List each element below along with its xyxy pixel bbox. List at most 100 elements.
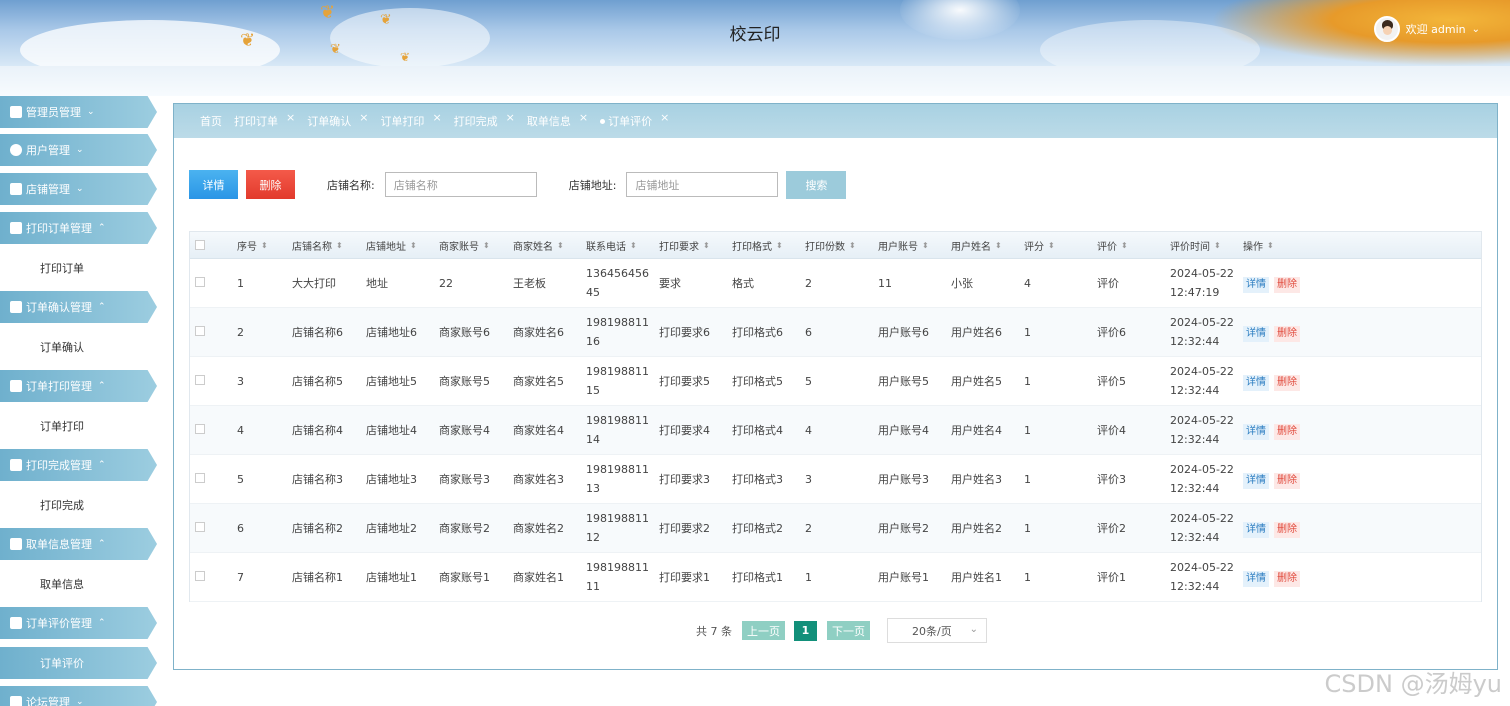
row-checkbox[interactable] bbox=[195, 325, 205, 336]
row-checkbox[interactable] bbox=[195, 521, 205, 532]
sort-icon[interactable]: ⬍ bbox=[849, 241, 856, 250]
row-detail-button[interactable]: 详情 bbox=[1243, 423, 1269, 440]
page-number-button[interactable]: 1 bbox=[794, 620, 817, 641]
tab-order-print[interactable]: 订单打印 × bbox=[380, 111, 441, 129]
sort-icon[interactable]: ⬍ bbox=[336, 241, 343, 250]
table-row[interactable]: 3 店铺名称5 店铺地址5 商家账号5 商家姓名5 19819881115 打印要求5 打印格… bbox=[190, 357, 1481, 406]
submenu-order-review[interactable]: 订单评价 bbox=[0, 647, 157, 679]
tab-order-confirm[interactable]: 订单确认 × bbox=[307, 111, 368, 129]
page-size-select[interactable]: 20条/页 ⌄ bbox=[887, 618, 987, 643]
close-icon[interactable]: × bbox=[286, 111, 295, 124]
table-row[interactable]: 6 店铺名称2 店铺地址2 商家账号2 商家姓名2 19819881112 打印要求2 打印格… bbox=[190, 504, 1481, 553]
column-header[interactable]: 打印格式 ⬍ bbox=[732, 238, 805, 253]
close-icon[interactable]: × bbox=[432, 111, 441, 124]
close-icon[interactable]: × bbox=[660, 111, 669, 124]
table-row[interactable]: 1 大大打印 地址 22 王老板 13645645645 要求 格式 2 11 小张 4 评价 2024-… bbox=[190, 259, 1481, 308]
detail-button[interactable]: 详情 bbox=[189, 170, 238, 199]
close-icon[interactable]: × bbox=[579, 111, 588, 124]
column-header[interactable]: 联系电话 ⬍ bbox=[586, 238, 659, 253]
row-delete-button[interactable]: 删除 bbox=[1274, 570, 1300, 587]
sort-icon[interactable]: ⬍ bbox=[1048, 241, 1055, 250]
row-detail-button[interactable]: 详情 bbox=[1243, 325, 1269, 342]
sort-icon[interactable]: ⬍ bbox=[1214, 241, 1221, 250]
sidebar-item-order-confirm[interactable]: 订单确认管理 ⌃ bbox=[0, 291, 157, 323]
table-row[interactable]: 5 店铺名称3 店铺地址3 商家账号3 商家姓名3 19819881113 打印要求3 打印格… bbox=[190, 455, 1481, 504]
table-row[interactable]: 7 店铺名称1 店铺地址1 商家账号1 商家姓名1 19819881111 打印要求1 打印格… bbox=[190, 553, 1481, 602]
column-header[interactable]: 操作 ⬍ bbox=[1243, 238, 1323, 253]
column-header[interactable]: 商家账号 ⬍ bbox=[439, 238, 513, 253]
row-delete-button[interactable]: 删除 bbox=[1274, 276, 1300, 293]
row-delete-button[interactable]: 删除 bbox=[1274, 325, 1300, 342]
select-all-checkbox[interactable] bbox=[195, 240, 205, 250]
sidebar-item-print-orders[interactable]: 打印订单管理 ⌃ bbox=[0, 212, 157, 244]
row-detail-button[interactable]: 详情 bbox=[1243, 276, 1269, 293]
sort-icon[interactable]: ⬍ bbox=[410, 241, 417, 250]
table-row[interactable]: 4 店铺名称4 店铺地址4 商家账号4 商家姓名4 19819881114 打印要求4 打印格… bbox=[190, 406, 1481, 455]
column-header[interactable]: 打印要求 ⬍ bbox=[659, 238, 732, 253]
sidebar-item-forum[interactable]: 论坛管理 ⌄ bbox=[0, 686, 157, 706]
sort-icon[interactable]: ⬍ bbox=[1267, 241, 1274, 250]
submenu-order-confirm[interactable]: 订单确认 bbox=[0, 331, 157, 363]
sidebar-item-order-review[interactable]: 订单评价管理 ⌃ bbox=[0, 607, 157, 639]
sidebar-item-order-print[interactable]: 订单打印管理 ⌃ bbox=[0, 370, 157, 402]
column-header[interactable]: 用户账号 ⬍ bbox=[878, 238, 951, 253]
column-header[interactable]: 序号 ⬍ bbox=[237, 238, 292, 253]
submenu-print-done[interactable]: 打印完成 bbox=[0, 489, 157, 521]
table-row[interactable]: 2 店铺名称6 店铺地址6 商家账号6 商家姓名6 19819881116 打印要求6 打印格… bbox=[190, 308, 1481, 357]
row-delete-button[interactable]: 删除 bbox=[1274, 423, 1300, 440]
sort-icon[interactable]: ⬍ bbox=[483, 241, 490, 250]
submenu-order-print[interactable]: 订单打印 bbox=[0, 410, 157, 442]
tab-print-done[interactable]: 打印完成 × bbox=[454, 111, 515, 129]
row-delete-button[interactable]: 删除 bbox=[1274, 521, 1300, 538]
sort-icon[interactable]: ⬍ bbox=[557, 241, 564, 250]
prev-page-button[interactable]: 上一页 bbox=[742, 621, 785, 640]
tab-order-review[interactable]: 订单评价 × bbox=[600, 111, 669, 129]
close-icon[interactable]: × bbox=[359, 111, 368, 124]
shop-name-input[interactable]: 店铺名称 bbox=[384, 172, 537, 197]
column-header[interactable]: 店铺名称 ⬍ bbox=[292, 238, 366, 253]
column-header[interactable]: 商家姓名 ⬍ bbox=[513, 238, 586, 253]
sidebar-item-admin[interactable]: 管理员管理 ⌄ bbox=[0, 96, 157, 128]
sort-icon[interactable]: ⬍ bbox=[703, 241, 710, 250]
close-icon[interactable]: × bbox=[506, 111, 515, 124]
sort-icon[interactable]: ⬍ bbox=[630, 241, 637, 250]
sort-icon[interactable]: ⬍ bbox=[922, 241, 929, 250]
row-checkbox[interactable] bbox=[195, 276, 205, 287]
row-checkbox[interactable] bbox=[195, 472, 205, 483]
column-header[interactable]: 评分 ⬍ bbox=[1024, 238, 1097, 253]
search-button[interactable]: 搜索 bbox=[786, 170, 847, 199]
tab-label: 取单信息 bbox=[526, 115, 571, 128]
row-delete-button[interactable]: 删除 bbox=[1274, 374, 1300, 391]
row-detail-button[interactable]: 详情 bbox=[1243, 570, 1269, 587]
row-detail-button[interactable]: 详情 bbox=[1243, 374, 1269, 391]
column-header[interactable]: 评价 ⬍ bbox=[1097, 238, 1170, 253]
submenu-pickup[interactable]: 取单信息 bbox=[0, 568, 157, 600]
row-detail-button[interactable]: 详情 bbox=[1243, 521, 1269, 538]
submenu-print-order[interactable]: 打印订单 bbox=[0, 252, 157, 284]
sidebar-item-users[interactable]: 用户管理 ⌄ bbox=[0, 134, 157, 166]
row-checkbox[interactable] bbox=[195, 374, 205, 385]
tab-print-order[interactable]: 打印订单 × bbox=[234, 111, 295, 129]
shop-address-input[interactable]: 店铺地址 bbox=[626, 172, 779, 197]
row-delete-button[interactable]: 删除 bbox=[1274, 472, 1300, 489]
sidebar-item-shops[interactable]: 店铺管理 ⌄ bbox=[0, 173, 157, 205]
row-checkbox[interactable] bbox=[195, 423, 205, 434]
row-detail-button[interactable]: 详情 bbox=[1243, 472, 1269, 489]
column-header[interactable]: 评价时间 ⬍ bbox=[1170, 238, 1243, 253]
sort-icon[interactable]: ⬍ bbox=[776, 241, 783, 250]
column-header[interactable]: 用户姓名 ⬍ bbox=[951, 238, 1024, 253]
sort-icon[interactable]: ⬍ bbox=[995, 241, 1002, 250]
sidebar-item-print-done[interactable]: 打印完成管理 ⌃ bbox=[0, 449, 157, 481]
table-cell: 2024-05-22 12:32:44 bbox=[1170, 414, 1234, 446]
column-header[interactable]: 店铺地址 ⬍ bbox=[366, 238, 439, 253]
column-header[interactable]: 打印份数 ⬍ bbox=[805, 238, 878, 253]
sidebar-item-pickup[interactable]: 取单信息管理 ⌃ bbox=[0, 528, 157, 560]
row-checkbox[interactable] bbox=[195, 570, 205, 581]
next-page-button[interactable]: 下一页 bbox=[827, 621, 870, 640]
delete-button[interactable]: 删除 bbox=[246, 170, 295, 199]
sort-icon[interactable]: ⬍ bbox=[261, 241, 268, 250]
tab-home[interactable]: 首页 bbox=[200, 113, 222, 129]
user-menu[interactable]: 欢迎 admin ⌄ bbox=[1373, 16, 1480, 42]
sort-icon[interactable]: ⬍ bbox=[1121, 241, 1128, 250]
tab-pickup[interactable]: 取单信息 × bbox=[526, 111, 588, 129]
